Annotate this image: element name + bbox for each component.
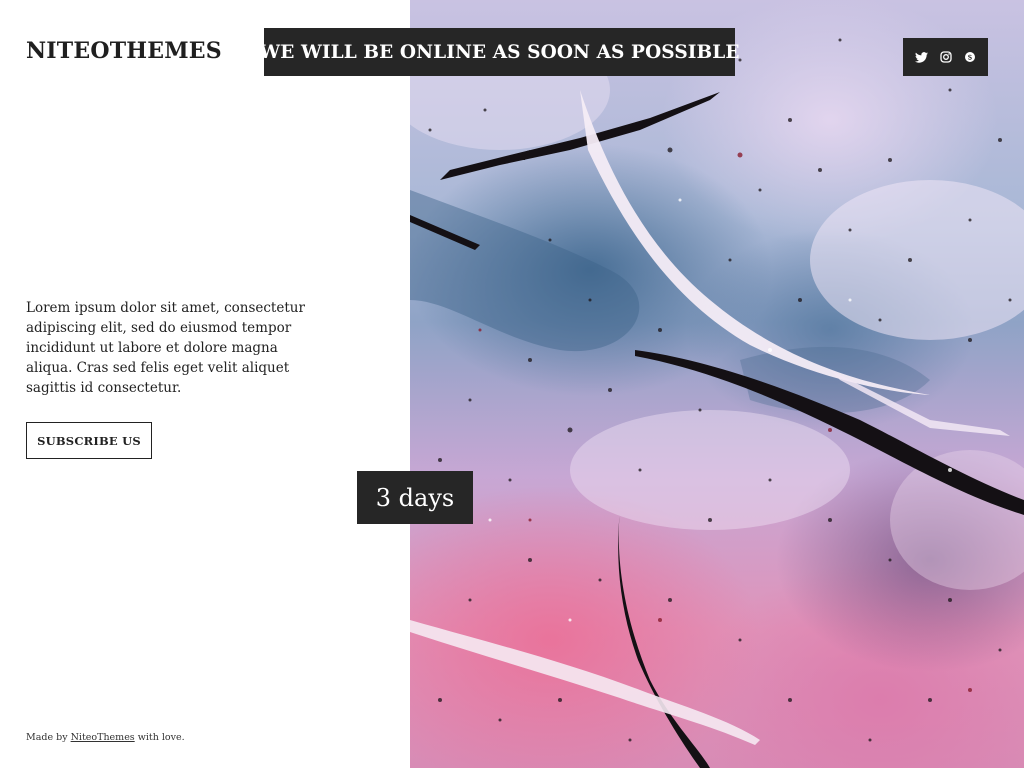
footer-link-niteothemes[interactable]: NiteoThemes bbox=[71, 732, 135, 743]
skype-icon[interactable] bbox=[963, 50, 977, 64]
subscribe-button[interactable]: SUBSCRIBE US bbox=[26, 422, 152, 459]
countdown-display: 3 days bbox=[357, 471, 473, 524]
background-artwork bbox=[410, 0, 1024, 768]
footer-prefix: Made by bbox=[26, 732, 68, 743]
instagram-icon[interactable] bbox=[939, 50, 953, 64]
headline-banner: WE WILL BE ONLINE AS SOON AS POSSIBLE bbox=[259, 28, 740, 76]
brand-logo[interactable]: NITEOTHEMES bbox=[26, 38, 222, 64]
footer-suffix: with love. bbox=[137, 732, 185, 743]
social-links bbox=[903, 38, 988, 76]
description-text: Lorem ipsum dolor sit amet, consectetur … bbox=[26, 300, 305, 396]
paint-splatter-art bbox=[410, 30, 1024, 768]
left-panel: NITEOTHEMES Lorem ipsum dolor sit amet, … bbox=[0, 0, 410, 768]
twitter-icon[interactable] bbox=[915, 50, 929, 64]
footer-credit: Made by NiteoThemes with love. bbox=[26, 732, 185, 743]
